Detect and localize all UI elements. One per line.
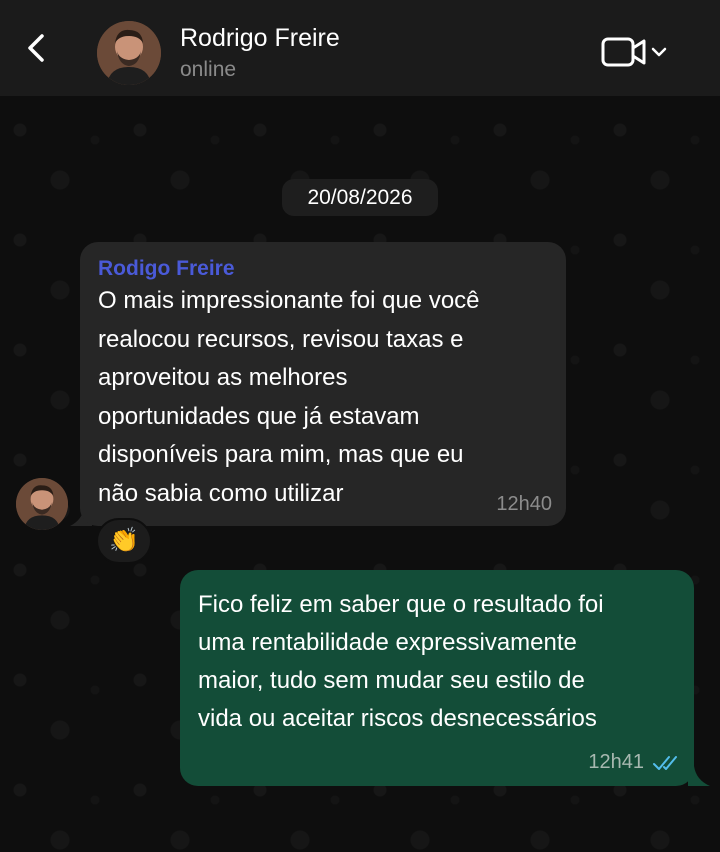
message-line: uma rentabilidade expressivamente (198, 629, 577, 656)
outgoing-message-bubble[interactable]: Fico feliz em saber que o resultado foi … (180, 570, 694, 786)
incoming-message-text: O mais impressionante foi que você realo… (98, 282, 548, 514)
incoming-message-bubble[interactable]: Rodigo Freire O mais impressionante foi … (80, 242, 566, 526)
chevron-left-icon (28, 34, 44, 62)
message-line: realocou recursos, revisou taxas e (98, 325, 464, 353)
outgoing-bubble-tail (688, 766, 710, 786)
back-button[interactable] (18, 30, 54, 66)
message-line: aproveitou as melhores (98, 364, 348, 392)
sender-avatar[interactable] (16, 478, 68, 530)
video-call-button[interactable] (600, 34, 672, 70)
contact-name[interactable]: Rodrigo Freire (180, 24, 340, 53)
message-line: oportunidades que já estavam (98, 402, 420, 430)
contact-status: online (180, 58, 237, 81)
message-line: não sabia como utilizar (98, 479, 344, 507)
chevron-down-icon (651, 47, 667, 57)
contact-avatar[interactable] (97, 21, 161, 85)
clapping-hands-reaction[interactable]: 👏 (96, 518, 152, 564)
chat-header: Rodrigo Freire online (0, 0, 720, 96)
message-line: Fico feliz em saber que o resultado foi (198, 591, 604, 618)
message-time: 12h40 (496, 493, 552, 515)
message-line: O mais impressionante foi que você (98, 287, 480, 314)
message-meta: 12h41 (588, 751, 680, 774)
message-time: 12h41 (588, 751, 644, 773)
double-check-icon (653, 755, 677, 770)
date-chip: 20/08/2026 (282, 179, 438, 216)
message-line: maior, tudo sem mudar seu estilo de (198, 667, 585, 694)
outgoing-message-text: Fico feliz em saber que o resultado foi … (198, 586, 676, 738)
message-line: vida ou aceitar riscos desnecessários (198, 705, 597, 732)
message-sender-name: Rodigo Freire (98, 257, 235, 280)
message-line: disponíveis para mim, mas que eu (98, 441, 464, 469)
